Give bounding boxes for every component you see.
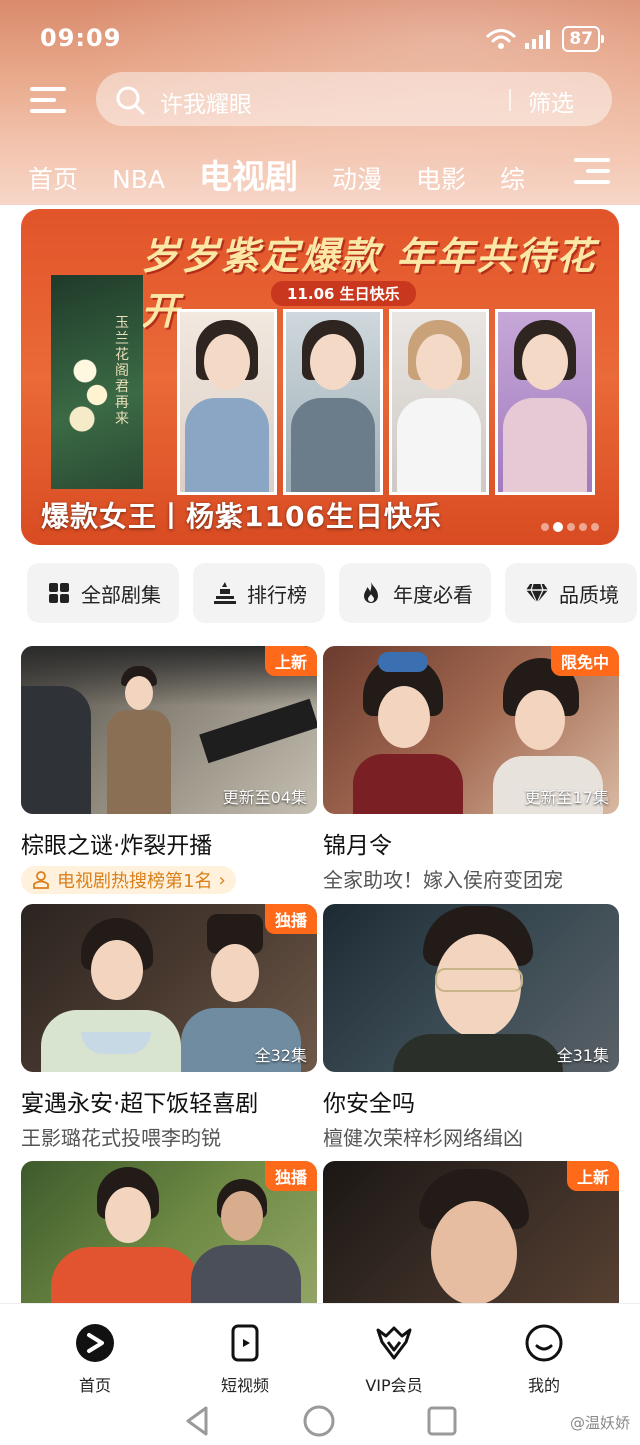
drama-card[interactable]: 上新 更新至04集 棕眼之谜·炸裂开播 电视剧热搜榜第1名 › bbox=[21, 646, 317, 894]
chip-label: 年度必看 bbox=[393, 582, 473, 607]
search-divider bbox=[509, 89, 511, 111]
banner-pagination bbox=[541, 522, 599, 532]
smiley-icon bbox=[525, 1324, 563, 1362]
drama-thumbnail[interactable]: 限免中 更新至17集 bbox=[323, 646, 619, 814]
chip-label: 品质境 bbox=[559, 582, 619, 607]
banner-dot bbox=[579, 523, 587, 531]
card-badge: 独播 bbox=[264, 904, 317, 934]
drama-title[interactable]: 你安全吗 bbox=[323, 1084, 619, 1118]
chip-quality[interactable]: 品质境 bbox=[505, 563, 637, 623]
drama-thumbnail[interactable]: 上新 更新至04集 bbox=[21, 646, 317, 814]
recents-square-icon[interactable] bbox=[425, 1404, 459, 1438]
drama-thumbnail[interactable]: 独播 全32集 bbox=[21, 904, 317, 1072]
back-icon[interactable] bbox=[180, 1404, 214, 1438]
search-bar[interactable]: 许我耀眼 筛选 bbox=[96, 72, 612, 126]
search-placeholder[interactable]: 许我耀眼 bbox=[160, 85, 252, 119]
chip-label: 排行榜 bbox=[247, 582, 307, 607]
tab-nba[interactable]: NBA bbox=[112, 165, 165, 194]
grid-icon bbox=[49, 583, 69, 603]
category-chips: 全部剧集 排行榜 年度必看 品质境 bbox=[27, 563, 640, 625]
card-badge: 独播 bbox=[264, 1161, 317, 1191]
nav-label: 我的 bbox=[527, 1376, 560, 1395]
vip-crown-icon bbox=[376, 1326, 412, 1360]
nav-label: VIP会员 bbox=[365, 1376, 423, 1395]
drama-card[interactable]: 全31集 你安全吗 檀健次荣梓杉网络缉凶 bbox=[323, 904, 619, 1151]
play-logo-icon bbox=[76, 1324, 114, 1362]
nav-short-video[interactable]: 短视频 bbox=[190, 1322, 300, 1396]
status-bar: 09:09 87 bbox=[40, 22, 604, 56]
poster-drama-4 bbox=[389, 309, 489, 495]
nav-home[interactable]: 首页 bbox=[40, 1322, 150, 1396]
banner-dot bbox=[541, 523, 549, 531]
chip-label: 全部剧集 bbox=[81, 582, 161, 607]
nav-mine[interactable]: 我的 bbox=[489, 1322, 599, 1396]
nav-label: 短视频 bbox=[220, 1376, 269, 1395]
rank-text: 电视剧热搜榜第1名 bbox=[57, 871, 213, 892]
fire-icon bbox=[364, 582, 378, 603]
banner-date-tag: 11.06 生日快乐 bbox=[271, 281, 416, 306]
tab-tv-series[interactable]: 电视剧 bbox=[199, 150, 298, 198]
wifi-icon bbox=[486, 29, 516, 49]
tab-variety[interactable]: 综 bbox=[500, 160, 525, 196]
drama-title[interactable]: 锦月令 bbox=[323, 826, 619, 860]
banner-dot bbox=[567, 523, 575, 531]
rank-tag[interactable]: 电视剧热搜榜第1名 › bbox=[21, 866, 236, 894]
card-badge: 上新 bbox=[264, 646, 317, 676]
tab-anime[interactable]: 动漫 bbox=[332, 160, 382, 196]
poster-drama-5 bbox=[495, 309, 595, 495]
episode-count: 全31集 bbox=[556, 1046, 609, 1065]
battery-indicator: 87 bbox=[562, 26, 604, 52]
podium-icon bbox=[214, 582, 236, 604]
banner-dot-active bbox=[553, 522, 563, 532]
drama-title[interactable]: 棕眼之谜·炸裂开播 bbox=[21, 826, 317, 860]
nav-vip[interactable]: VIP会员 bbox=[339, 1322, 449, 1396]
chip-annual-must-watch[interactable]: 年度必看 bbox=[339, 563, 491, 623]
episode-count: 更新至04集 bbox=[222, 788, 307, 807]
episode-count: 全32集 bbox=[254, 1046, 307, 1065]
drawer-menu-icon[interactable] bbox=[30, 85, 66, 115]
search-icon bbox=[116, 86, 145, 115]
drama-card[interactable]: 限免中 更新至17集 锦月令 全家助攻！嫁入侯府变团宠 bbox=[323, 646, 619, 893]
tab-home[interactable]: 首页 bbox=[28, 160, 78, 196]
magnolia-illustration bbox=[61, 335, 121, 455]
drama-subtitle: 全家助攻！嫁入侯府变团宠 bbox=[323, 868, 563, 892]
short-video-icon bbox=[231, 1324, 259, 1362]
banner-dot bbox=[591, 523, 599, 531]
poster-drama-2 bbox=[177, 309, 277, 495]
tab-movie[interactable]: 电影 bbox=[416, 160, 466, 196]
signal-icon bbox=[525, 30, 551, 49]
episode-count: 更新至17集 bbox=[524, 788, 609, 807]
bottom-navigation: 首页 短视频 VIP会员 我的 bbox=[0, 1303, 640, 1445]
hero-banner[interactable]: 岁岁紫定爆款 年年共待花开 11.06 生日快乐 玉兰花阁君再来 爆款女王丨杨紫… bbox=[21, 209, 619, 545]
tabs-menu-icon[interactable] bbox=[574, 156, 610, 186]
card-badge: 上新 bbox=[566, 1161, 619, 1191]
status-time: 09:09 bbox=[40, 24, 122, 52]
nav-label: 首页 bbox=[78, 1376, 111, 1395]
poster-drama-3 bbox=[283, 309, 383, 495]
chip-all-series[interactable]: 全部剧集 bbox=[27, 563, 179, 623]
poster-drama-1: 玉兰花阁君再来 bbox=[51, 275, 143, 489]
channel-tabs: 首页 NBA 电视剧 动漫 电影 综 bbox=[28, 150, 568, 196]
card-badge: 限免中 bbox=[550, 646, 619, 676]
filter-button[interactable]: 筛选 bbox=[528, 84, 574, 118]
drama-subtitle: 王影璐花式投喂李昀锐 bbox=[21, 1126, 221, 1150]
person-rank-icon bbox=[33, 871, 49, 889]
home-circle-icon[interactable] bbox=[302, 1404, 336, 1438]
chip-ranking[interactable]: 排行榜 bbox=[193, 563, 325, 623]
diamond-icon bbox=[526, 583, 548, 605]
weibo-watermark: @温妖娇 bbox=[569, 1414, 630, 1432]
banner-caption: 爆款女王丨杨紫1106生日快乐 bbox=[41, 500, 442, 533]
poster-vertical-title: 玉兰花阁君再来 bbox=[115, 315, 129, 427]
chevron-right-icon: › bbox=[218, 869, 226, 891]
drama-subtitle: 檀健次荣梓杉网络缉凶 bbox=[323, 1126, 523, 1150]
drama-title[interactable]: 宴遇永安·超下饭轻喜剧 bbox=[21, 1084, 317, 1118]
drama-thumbnail[interactable]: 全31集 bbox=[323, 904, 619, 1072]
drama-card[interactable]: 独播 全32集 宴遇永安·超下饭轻喜剧 王影璐花式投喂李昀锐 bbox=[21, 904, 317, 1151]
